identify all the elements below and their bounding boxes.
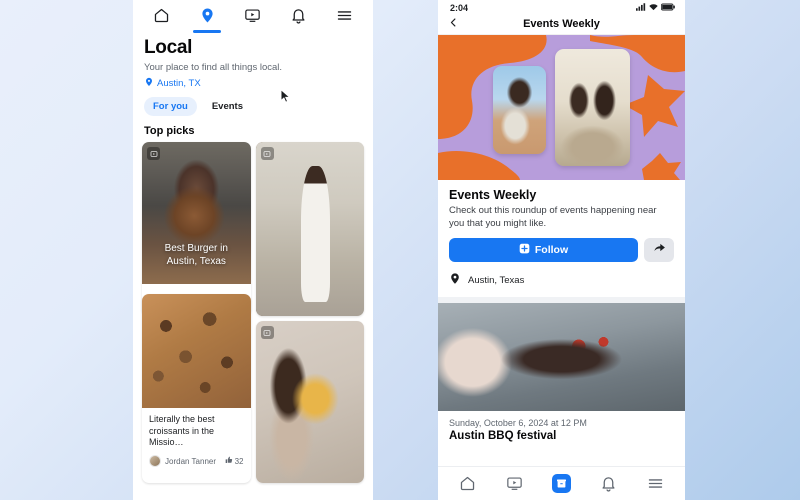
- action-row: Follow: [449, 238, 674, 263]
- thumbs-up-icon: [225, 456, 233, 466]
- top-navigation-bar: [133, 0, 373, 33]
- bottom-navigation-bar: [438, 466, 685, 500]
- card-image: [255, 321, 364, 483]
- page-title: Local: [144, 37, 193, 58]
- location-label: Austin, TX: [157, 78, 201, 89]
- card-likes[interactable]: 32: [225, 456, 244, 466]
- event-meta: Sunday, October 6, 2024 at 12 PM Austin …: [438, 411, 685, 442]
- marketplace-active-badge: [552, 474, 571, 493]
- follow-button[interactable]: Follow: [449, 238, 638, 263]
- share-button[interactable]: [644, 238, 674, 263]
- reel-badge-icon: [260, 147, 274, 160]
- photo-bbq-platter: [438, 303, 685, 412]
- card-image: [142, 294, 251, 408]
- share-arrow-icon: [653, 241, 666, 259]
- bell-icon[interactable]: [596, 471, 622, 497]
- reel-badge-icon: [147, 147, 160, 160]
- card-image: Best Burger in Austin, Texas: [142, 142, 251, 284]
- home-icon[interactable]: [149, 3, 175, 29]
- card-likes-count: 32: [234, 456, 244, 466]
- battery-icon: [661, 3, 675, 13]
- section-title-top-picks: Top picks: [144, 125, 195, 137]
- card-white-dress[interactable]: [255, 142, 364, 316]
- location-pin-icon: [449, 272, 461, 288]
- status-bar-time: 2:04: [450, 3, 469, 13]
- card-author-name: Jordan Tanner: [165, 456, 216, 466]
- card-caption-text: Literally the best croissants in the Mis…: [149, 414, 215, 448]
- card-caption-block: Literally the best croissants in the Mis…: [142, 408, 251, 472]
- top-picks-grid: Best Burger in Austin, Texas Literally t…: [133, 142, 373, 483]
- detail-title: Events Weekly: [449, 188, 537, 202]
- video-icon[interactable]: [240, 3, 266, 29]
- event-date: Sunday, October 6, 2024 at 12 PM: [449, 418, 587, 429]
- marketplace-icon[interactable]: [549, 471, 575, 497]
- event-listing-card[interactable]: Sunday, October 6, 2024 at 12 PM Austin …: [438, 303, 685, 443]
- signal-icon: [636, 3, 646, 13]
- status-bar-indicators: [636, 3, 675, 13]
- card-grilled-cheese[interactable]: [255, 321, 364, 483]
- reel-badge-icon: [260, 326, 274, 339]
- location-selector[interactable]: Austin, TX: [144, 77, 362, 90]
- content-filter-tabs: For you Events: [144, 97, 362, 116]
- events-weekly-banner: [438, 35, 685, 180]
- page-header: Events Weekly: [438, 13, 685, 35]
- follow-button-label: Follow: [534, 244, 569, 257]
- card-author[interactable]: Jordan Tanner: [149, 455, 216, 468]
- tab-events[interactable]: Events: [203, 97, 252, 116]
- card-best-burger[interactable]: Best Burger in Austin, Texas: [142, 142, 251, 316]
- right-phone-panel: 2:04 Events Weekly Events Weekly Check o…: [438, 0, 685, 500]
- local-header-block: Local Your place to find all things loca…: [133, 31, 373, 116]
- photo-pottery-class: [555, 49, 630, 166]
- detail-description: Check out this roundup of events happeni…: [449, 205, 657, 229]
- mouse-cursor: [280, 89, 291, 109]
- page-title: Events Weekly: [523, 17, 600, 30]
- card-image: [255, 142, 364, 316]
- photo-friends-peace-sign: [493, 66, 546, 154]
- location-pin-icon: [144, 77, 154, 90]
- left-phone-panel: Local Your place to find all things loca…: [133, 0, 373, 500]
- card-overlay-title: Best Burger in Austin, Texas: [164, 243, 228, 267]
- card-croissants[interactable]: Literally the best croissants in the Mis…: [142, 294, 251, 483]
- menu-icon[interactable]: [331, 3, 357, 29]
- bell-icon[interactable]: [286, 3, 312, 29]
- page-subtitle: Your place to find all things local.: [144, 62, 283, 73]
- event-detail-block: Events Weekly Check out this roundup of …: [438, 180, 685, 297]
- event-location-label: Austin, Texas: [468, 274, 525, 286]
- status-bar: 2:04: [438, 0, 685, 13]
- event-name: Austin BBQ festival: [449, 430, 557, 443]
- back-chevron-icon[interactable]: [448, 15, 459, 33]
- wifi-icon: [649, 3, 658, 13]
- avatar: [149, 455, 161, 468]
- video-icon[interactable]: [502, 471, 528, 497]
- active-tab-underline: [193, 30, 222, 33]
- tab-for-you[interactable]: For you: [144, 97, 197, 116]
- home-icon[interactable]: [455, 471, 481, 497]
- event-location-row: Austin, Texas: [449, 262, 674, 297]
- follow-plus-icon: [519, 243, 530, 257]
- menu-icon[interactable]: [643, 471, 669, 497]
- sidebar-item-local[interactable]: [193, 3, 222, 33]
- card-meta-row: Jordan Tanner 32: [149, 455, 244, 468]
